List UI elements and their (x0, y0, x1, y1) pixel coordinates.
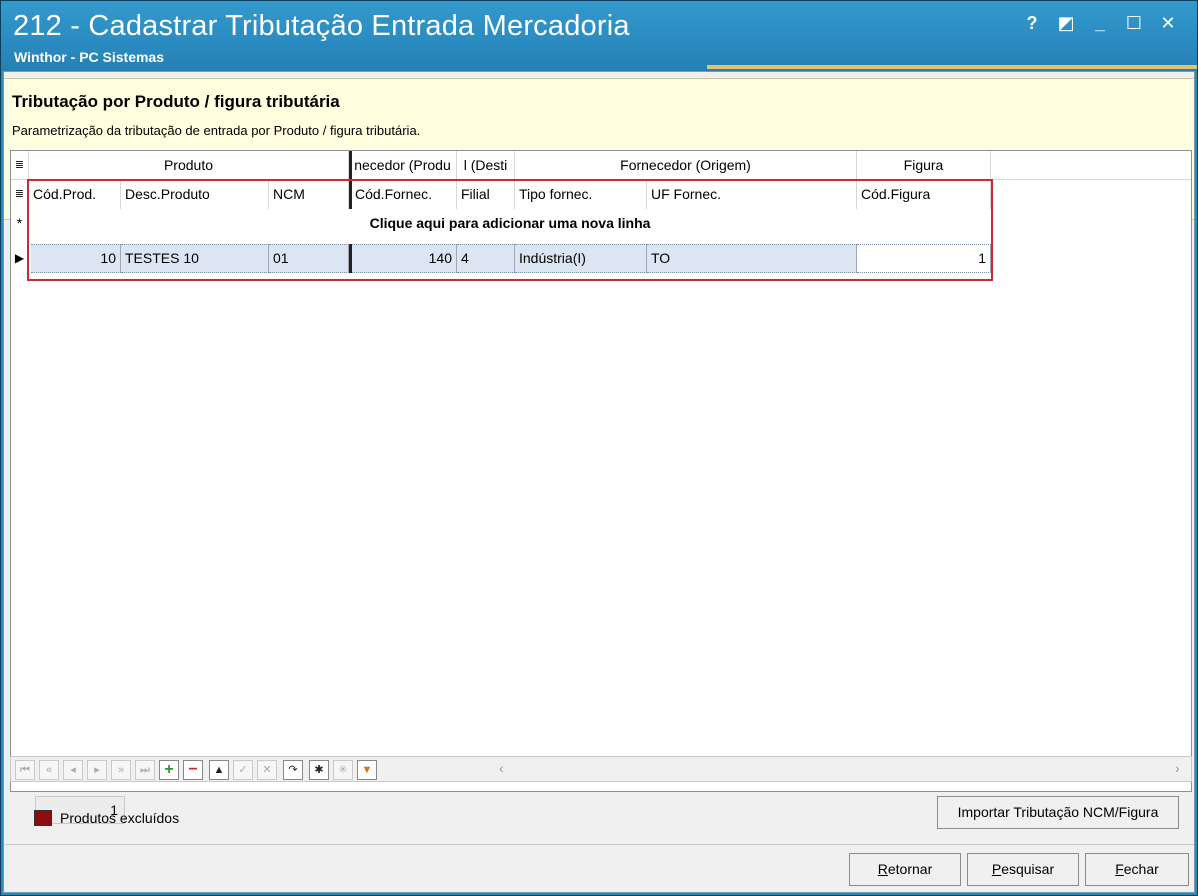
pesquisar-accesskey: P (991, 861, 1002, 877)
pesquisar-label: esquisar (1001, 861, 1055, 877)
cell-desc-produto[interactable]: TESTES 10 (121, 244, 269, 273)
scroll-left-icon[interactable]: ‹ (499, 760, 504, 776)
post-icon[interactable]: ✓ (233, 760, 253, 780)
window-title: 212 - Cadastrar Tributação Entrada Merca… (13, 10, 630, 42)
band-figura[interactable]: Figura (857, 151, 991, 180)
legend-color-swatch (34, 810, 52, 826)
goto-bookmark-icon[interactable]: ✳ (333, 760, 353, 780)
bookmark-icon[interactable]: ✱ (309, 760, 329, 780)
band-produto[interactable]: Produto (29, 151, 349, 180)
col-cod-figura[interactable]: Cód.Figura (857, 180, 991, 209)
next-page-icon[interactable]: » (111, 760, 131, 780)
importar-button[interactable]: Importar Tributação NCM/Figura (937, 796, 1179, 829)
last-page-icon[interactable]: ⏭ (135, 760, 155, 780)
next-record-icon[interactable]: ▸ (87, 760, 107, 780)
band-fornecedor-produto[interactable]: necedor (Produ (349, 151, 457, 180)
col-desc-produto[interactable]: Desc.Produto (121, 180, 269, 209)
edit-icon[interactable]: ▲ (209, 760, 229, 780)
add-row[interactable]: * Clique aqui para adicionar uma nova li… (11, 209, 1191, 238)
window-controls: ? ◩ _ ☐ ✕ (1015, 11, 1185, 35)
fixed-column-divider (349, 151, 352, 209)
maximize-icon[interactable]: ☐ (1117, 11, 1151, 35)
band-chooser-icon[interactable]: ≣ (11, 151, 29, 180)
retornar-accesskey: R (877, 861, 888, 877)
refresh-icon[interactable]: ↷ (283, 760, 303, 780)
fixed-column-divider-row (349, 244, 352, 273)
help-icon[interactable]: ? (1015, 11, 1049, 35)
current-row-icon: ▶ (11, 244, 29, 273)
band-header-row: ≣ Produto necedor (Produ l (Desti Fornec… (11, 151, 1191, 180)
tributacao-grid[interactable]: ≣ Produto necedor (Produ l (Desti Fornec… (10, 150, 1192, 824)
band-filial-destino[interactable]: l (Desti (457, 151, 515, 180)
fechar-accesskey: F (1115, 861, 1124, 877)
grid-navigator: ⏮ « ◂ ▸ » ⏭ + − ▲ ✓ ✕ ↷ ✱ ✳ ▼ ‹ › (10, 756, 1192, 782)
filter-icon[interactable]: ▼ (357, 760, 377, 780)
retornar-label: etornar (887, 861, 933, 877)
cell-cod-prod[interactable]: 10 (31, 244, 121, 273)
cell-ncm[interactable]: 01 (269, 244, 349, 273)
close-icon[interactable]: ✕ (1151, 11, 1185, 35)
prev-page-icon[interactable]: « (39, 760, 59, 780)
delete-icon[interactable]: − (183, 760, 203, 780)
col-tipo-fornec[interactable]: Tipo fornec. (515, 180, 647, 209)
fechar-label: echar (1123, 861, 1159, 877)
first-page-icon[interactable]: ⏮ (15, 760, 35, 780)
prev-record-icon[interactable]: ◂ (63, 760, 83, 780)
cancel-icon[interactable]: ✕ (257, 760, 277, 780)
page-description: Parametrização da tributação de entrada … (12, 123, 421, 138)
retornar-button[interactable]: Retornar (849, 853, 961, 886)
column-header-row: ≣ Cód.Prod. Desc.Produto NCM Cód.Fornec.… (11, 180, 1191, 209)
column-chooser-icon[interactable]: ≣ (11, 180, 29, 209)
cell-cod-fornec[interactable]: 140 (351, 244, 457, 273)
insert-icon[interactable]: + (159, 760, 179, 780)
add-row-text[interactable]: Clique aqui para adicionar uma nova linh… (29, 209, 991, 238)
cell-uf-fornec[interactable]: TO (647, 244, 857, 273)
app-window: 212 - Cadastrar Tributação Entrada Merca… (0, 0, 1198, 896)
pesquisar-button[interactable]: Pesquisar (967, 853, 1079, 886)
new-row-marker: * (11, 209, 29, 238)
window-subtitle: Winthor - PC Sistemas (14, 49, 165, 65)
cell-filial[interactable]: 4 (457, 244, 515, 273)
fechar-button[interactable]: Fechar (1085, 853, 1189, 886)
restore-icon[interactable]: ◩ (1049, 11, 1083, 35)
minimize-icon[interactable]: _ (1083, 11, 1117, 35)
table-row[interactable]: ▶ 10 TESTES 10 01 140 4 Indústria(I) TO … (11, 244, 1191, 273)
separator (4, 844, 1194, 845)
scroll-right-icon[interactable]: › (1175, 760, 1180, 776)
col-cod-fornec[interactable]: Cód.Fornec. (351, 180, 457, 209)
cell-cod-figura[interactable]: 1 (857, 244, 991, 273)
band-fornecedor-origem[interactable]: Fornecedor (Origem) (515, 151, 857, 180)
title-bar[interactable]: 212 - Cadastrar Tributação Entrada Merca… (1, 1, 1197, 71)
col-ncm[interactable]: NCM (269, 180, 349, 209)
col-cod-prod[interactable]: Cód.Prod. (29, 180, 121, 209)
title-accent-stripe (707, 65, 1197, 69)
col-filial[interactable]: Filial (457, 180, 515, 209)
client-area: Tributação por Produto / figura tributár… (3, 71, 1195, 893)
page-title: Tributação por Produto / figura tributár… (12, 92, 340, 111)
legend-label: Produtos excluídos (60, 810, 180, 826)
cell-tipo-fornec[interactable]: Indústria(I) (515, 244, 647, 273)
col-uf-fornec[interactable]: UF Fornec. (647, 180, 857, 209)
